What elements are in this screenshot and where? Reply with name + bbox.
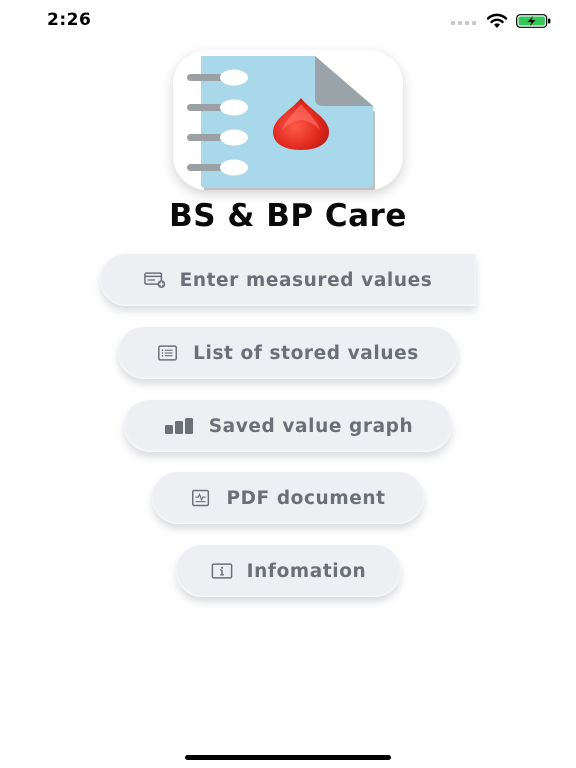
document-icon [192, 489, 210, 507]
saved-value-graph-label: Saved value graph [208, 415, 414, 437]
app-logo [173, 50, 403, 190]
enter-measured-values-label: Enter measured values [179, 269, 433, 291]
list-icon [158, 345, 178, 361]
info-icon [211, 563, 233, 579]
bar-graph-icon [164, 418, 193, 434]
app-title: BS & BP Care [169, 198, 407, 234]
card-add-icon [143, 272, 165, 288]
information-button[interactable]: Infomation [176, 545, 401, 597]
status-time: 2:26 [47, 10, 92, 30]
wifi-icon [486, 13, 508, 28]
cellular-signal-icon [451, 21, 476, 25]
status-bar: 2:26 [0, 0, 576, 44]
pdf-document-label: PDF document [226, 487, 386, 509]
battery-charging-icon [516, 14, 551, 28]
list-of-stored-values-button[interactable]: List of stored values [118, 327, 458, 379]
home-indicator[interactable] [185, 755, 391, 760]
notebook-blood-drop-icon [187, 56, 375, 190]
list-of-stored-values-label: List of stored values [193, 342, 419, 364]
pdf-document-button[interactable]: PDF document [152, 472, 424, 524]
information-label: Infomation [246, 560, 367, 582]
saved-value-graph-button[interactable]: Saved value graph [124, 400, 452, 452]
enter-measured-values-button[interactable]: Enter measured values [100, 254, 476, 306]
